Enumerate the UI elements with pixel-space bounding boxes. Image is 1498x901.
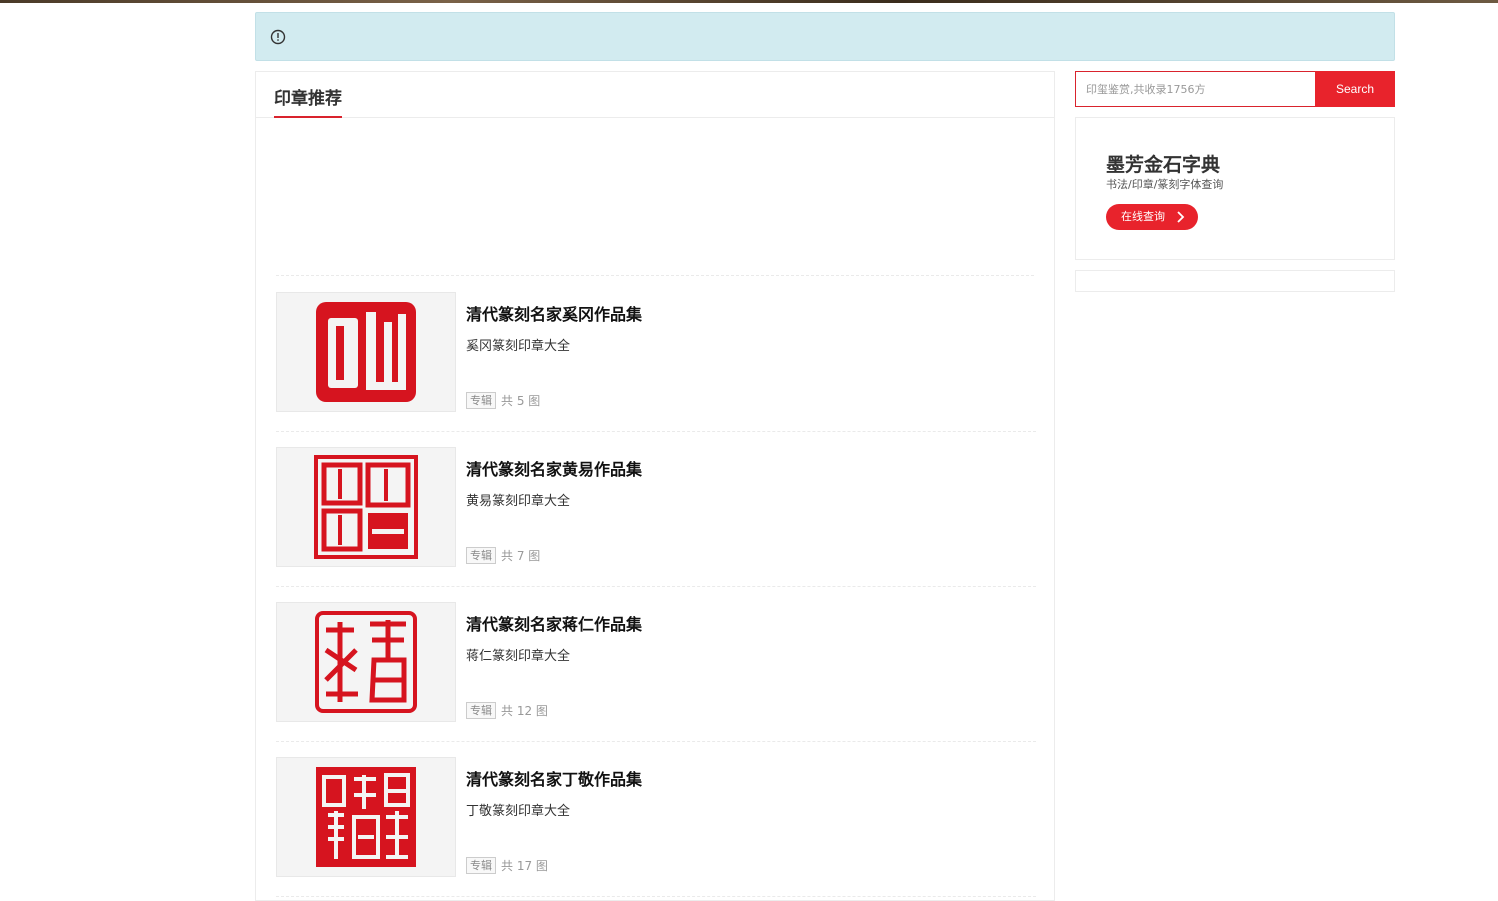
seal-image [316,767,416,867]
item-meta: 专辑 共 5 图 [466,392,540,409]
item-title[interactable]: 清代篆刻名家奚冈作品集 [466,301,642,325]
dictionary-promo: 墨芳金石字典 书法/印章/篆刻字体查询 在线查询 [1075,117,1395,260]
seal-recommend-panel: 印章推荐 清代篆刻名家奚冈作品集 奚冈篆刻印章大全 专辑 共 5 图 清代篆刻名… [255,71,1055,901]
online-query-button[interactable]: 在线查询 [1106,204,1198,230]
ad-space [276,118,1034,276]
seal-thumbnail[interactable] [276,447,456,567]
item-title[interactable]: 清代篆刻名家丁敬作品集 [466,766,642,790]
online-query-label: 在线查询 [1121,210,1165,223]
promo-subtitle: 书法/印章/篆刻字体查询 [1106,178,1224,191]
list-item[interactable]: 清代篆刻名家黄易作品集 黄易篆刻印章大全 专辑 共 7 图 [276,432,1036,587]
item-subtitle: 蒋仁篆刻印章大全 [466,649,571,664]
item-meta: 专辑 共 12 图 [466,702,548,719]
album-tag: 专辑 [466,547,496,564]
seal-image [316,302,416,402]
album-tag: 专辑 [466,857,496,874]
promo-title: 墨芳金石字典 [1106,154,1221,176]
item-meta: 专辑 共 17 图 [466,857,548,874]
seal-image [315,611,417,713]
item-title[interactable]: 清代篆刻名家黄易作品集 [466,456,642,480]
chevron-right-icon [1177,211,1185,223]
notice-bar [255,12,1395,61]
panel-title: 印章推荐 [274,88,342,118]
image-count: 共 7 图 [501,549,541,563]
list-item[interactable]: 清代篆刻名家丁敬作品集 丁敬篆刻印章大全 专辑 共 17 图 [276,742,1036,897]
seal-image [314,455,418,559]
image-count: 共 17 图 [501,859,548,873]
item-title[interactable]: 清代篆刻名家蒋仁作品集 [466,611,642,635]
album-tag: 专辑 [466,702,496,719]
search-button[interactable]: Search [1315,71,1395,107]
search-bar: Search [1075,71,1395,107]
list-item[interactable]: 清代篆刻名家奚冈作品集 奚冈篆刻印章大全 专辑 共 5 图 [276,277,1036,432]
image-count: 共 5 图 [501,394,541,408]
item-subtitle: 丁敬篆刻印章大全 [466,804,571,819]
info-circle-icon [270,29,286,45]
item-subtitle: 黄易篆刻印章大全 [466,494,571,509]
item-meta: 专辑 共 7 图 [466,547,540,564]
item-subtitle: 奚冈篆刻印章大全 [466,339,571,354]
panel-header: 印章推荐 [256,72,1054,118]
sidebar-box [1075,270,1395,292]
list-item[interactable]: 清代篆刻名家蒋仁作品集 蒋仁篆刻印章大全 专辑 共 12 图 [276,587,1036,742]
image-count: 共 12 图 [501,704,548,718]
seal-thumbnail[interactable] [276,757,456,877]
search-input[interactable] [1075,71,1316,107]
seal-thumbnail[interactable] [276,602,456,722]
album-tag: 专辑 [466,392,496,409]
top-banner-strip [0,0,1498,3]
seal-thumbnail[interactable] [276,292,456,412]
